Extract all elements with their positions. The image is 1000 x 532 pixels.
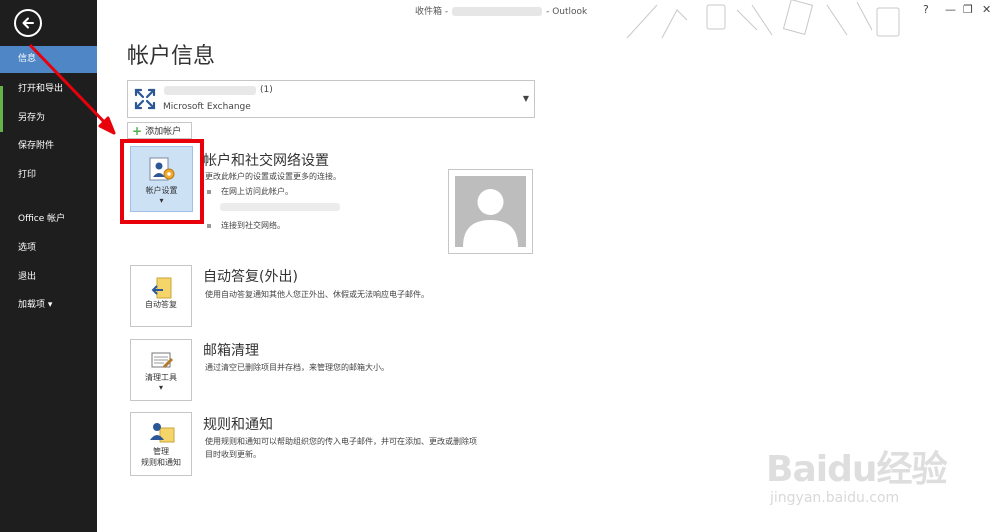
page-title: 帐户信息 [127,44,216,69]
manage-rules-button[interactable]: 管理 规则和通知 [130,412,192,476]
outlook-backstage: 信息 打开和导出 另存为 保存附件 打印 Office 帐户 选项 退出 加载项… [0,0,1000,532]
add-account-label: 添加帐户 [145,127,182,137]
baidu-watermark: Baidu经验 jingyan.baidu.com [760,440,990,515]
bullet-social-networks: 连接到社交网络。 [207,220,285,231]
window-title-suffix: - Outlook [546,7,588,17]
sidebar-item-options[interactable]: 选项 [0,235,97,262]
redacted-email [452,7,543,16]
account-count: (1) [260,85,273,95]
rules-alerts-icon [150,423,175,443]
minimize-button[interactable]: — [945,3,956,16]
section-title-mailbox-cleanup: 邮箱清理 [203,343,259,359]
account-type: Microsoft Exchange [163,102,251,112]
sidebar-item-print[interactable]: 打印 [0,162,97,189]
section-title-rules-alerts: 规则和通知 [203,417,273,433]
help-button[interactable]: ? [923,3,929,16]
sidebar-item-save-attachments[interactable]: 保存附件 [0,133,97,160]
section-desc-auto-reply: 使用自动答复通知其他人您正外出、休假或无法响应电子邮件。 [205,290,429,299]
profile-picture[interactable] [448,169,533,254]
auto-reply-label: 自动答复 [145,300,177,309]
section-desc-account-social: 更改此帐户的设置或设置更多的连接。 [205,172,341,181]
close-button[interactable]: ✕ [982,3,991,16]
office-decoration-icon [626,0,900,39]
dropdown-caret-icon: ▾ [158,383,163,392]
sidebar-item-addins[interactable]: 加载项 ▾ [0,292,97,319]
bullet-web-access: 在网上访问此帐户。 [207,186,293,197]
sidebar-item-office-account[interactable]: Office 帐户 [0,206,97,233]
watermark-sub: jingyan.baidu.com [770,490,900,506]
window-title: 收件箱 - - Outlook [415,4,587,17]
plus-icon: + [132,123,143,138]
redacted-url [220,203,340,211]
sidebar-item-open-export[interactable]: 打开和导出 [0,76,97,103]
section-title-auto-reply: 自动答复(外出) [203,269,298,285]
redacted-account-name [164,86,256,95]
backstage-sidebar: 信息 打开和导出 另存为 保存附件 打印 Office 帐户 选项 退出 加载项… [0,0,97,532]
account-selector[interactable]: (1) Microsoft Exchange ▼ [127,80,535,118]
add-account-button[interactable]: + 添加帐户 [127,122,192,139]
avatar-placeholder-icon [455,176,526,247]
exchange-icon [134,88,156,110]
sidebar-item-save-as[interactable]: 另存为 [0,105,97,132]
back-button[interactable] [14,9,42,37]
section-desc-rules-alerts-2: 目时收到更新。 [205,450,261,459]
auto-reply-button[interactable]: 自动答复 [130,265,192,327]
cleanup-tools-icon [151,352,174,369]
maximize-button[interactable]: ❐ [963,3,973,16]
back-arrow-icon [22,17,34,29]
manage-rules-label-2: 规则和通知 [141,458,181,467]
sidebar-item-exit[interactable]: 退出 [0,264,97,291]
section-desc-rules-alerts-1: 使用规则和通知可以帮助组织您的传入电子邮件，并可在添加、更改或删除项 [205,437,477,446]
title-bar: 收件箱 - - Outlook ? — ❐ ✕ [97,0,1000,39]
cleanup-tools-button[interactable]: 清理工具 ▾ [130,339,192,401]
window-title-prefix: 收件箱 - [415,7,449,17]
watermark-main: Baidu经验 [766,449,947,490]
sidebar-item-info[interactable]: 信息 [0,46,97,73]
section-desc-mailbox-cleanup: 通过清空已删除项目并存档，来管理您的邮箱大小。 [205,363,389,372]
dropdown-caret-icon: ▼ [522,94,529,103]
section-title-account-social: 帐户和社交网络设置 [203,153,329,169]
annotation-highlight-box [120,139,204,224]
manage-rules-label-1: 管理 [153,447,169,456]
